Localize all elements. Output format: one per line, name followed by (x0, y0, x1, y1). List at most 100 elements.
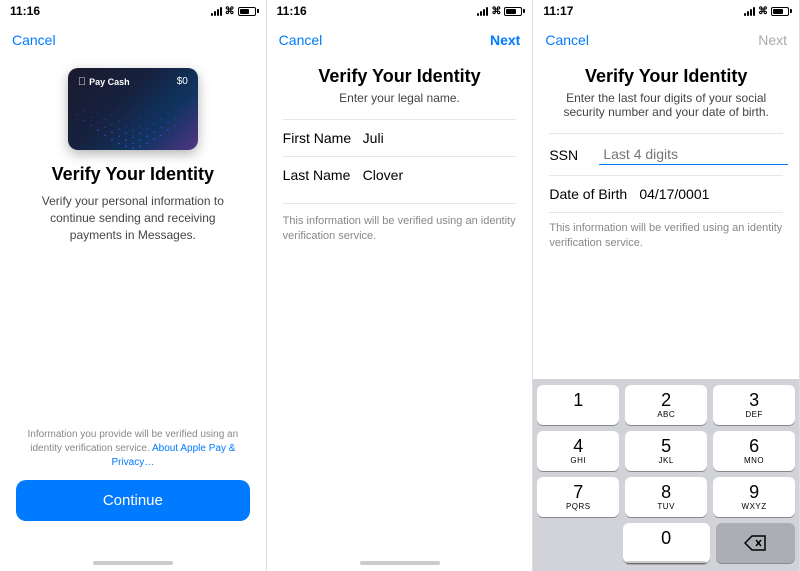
card-dots-svg (68, 90, 198, 150)
key-9[interactable]: 9 WXYZ (713, 477, 795, 517)
key-empty (537, 523, 616, 563)
dob-label: Date of Birth (549, 186, 639, 202)
key-3-number: 3 (749, 391, 759, 409)
key-0-letters (665, 548, 668, 557)
battery-icon-2 (504, 7, 522, 16)
key-8[interactable]: 8 TUV (625, 477, 707, 517)
key-1-letters (577, 410, 580, 419)
key-3-letters: DEF (745, 410, 763, 419)
wifi-icon-2: ⌘ (491, 6, 501, 17)
panel2-subtitle: Enter your legal name. (283, 91, 517, 105)
keypad-row-1: 1 2 ABC 3 DEF (537, 385, 795, 425)
nav-bar-2: Cancel Next (267, 22, 533, 58)
home-indicator-2 (360, 561, 440, 565)
wifi-icon-1: ⌘ (225, 6, 235, 17)
key-5[interactable]: 5 JKL (625, 431, 707, 471)
panel1-title: Verify Your Identity (52, 164, 214, 185)
status-icons-1: ⌘ (211, 6, 256, 17)
time-2: 11:16 (277, 4, 307, 18)
panel2-title: Verify Your Identity (283, 66, 517, 87)
panel3-content: Verify Your Identity Enter the last four… (533, 58, 799, 379)
signal-icon-3 (744, 6, 755, 16)
panel1-footer-text: Information you provide will be verified… (16, 428, 250, 470)
next-button-2[interactable]: Next (490, 32, 520, 48)
key-7[interactable]: 7 PQRS (537, 477, 619, 517)
status-bar-1: 11:16 ⌘ (0, 0, 266, 22)
key-7-letters: PQRS (566, 502, 591, 511)
apple-icon:  (78, 76, 86, 88)
key-2[interactable]: 2 ABC (625, 385, 707, 425)
dob-value: 04/17/0001 (639, 186, 709, 202)
home-indicator-3 (626, 561, 706, 565)
key-0-number: 0 (661, 529, 671, 547)
panel1-subtitle: Verify your personal information to cont… (16, 193, 250, 243)
status-icons-3: ⌘ (744, 6, 789, 17)
key-5-letters: JKL (659, 456, 674, 465)
key-6-number: 6 (749, 437, 759, 455)
key-2-number: 2 (661, 391, 671, 409)
continue-button[interactable]: Continue (16, 480, 250, 521)
key-6-letters: MNO (744, 456, 764, 465)
key-8-number: 8 (661, 483, 671, 501)
key-1-number: 1 (573, 391, 583, 409)
time-1: 11:16 (10, 4, 40, 18)
signal-icon-2 (477, 6, 488, 16)
key-0[interactable]: 0 (623, 523, 710, 563)
ssn-label: SSN (549, 147, 599, 163)
key-2-letters: ABC (657, 410, 675, 419)
panel1-footer: Information you provide will be verified… (0, 428, 266, 521)
pay-cash-card:  Pay Cash $0 (68, 68, 198, 150)
signal-icon-1 (211, 6, 222, 16)
panel3-note: This information will be verified using … (549, 212, 783, 252)
status-icons-2: ⌘ (477, 6, 522, 17)
nav-bar-1: Cancel (0, 22, 266, 58)
key-9-letters: WXYZ (742, 502, 767, 511)
last-name-label: Last Name (283, 167, 363, 183)
card-logo:  Pay Cash (78, 76, 130, 88)
panel3-subtitle: Enter the last four digits of your socia… (549, 91, 783, 119)
ssn-row: SSN (549, 133, 783, 175)
panel-1: 11:16 ⌘ Cancel  Pay Cash $0 (0, 0, 267, 571)
dob-row: Date of Birth 04/17/0001 (549, 175, 783, 212)
status-bar-3: 11:17 ⌘ (533, 0, 799, 22)
key-9-number: 9 (749, 483, 759, 501)
key-1[interactable]: 1 (537, 385, 619, 425)
key-5-number: 5 (661, 437, 671, 455)
battery-icon-3 (771, 7, 789, 16)
cancel-button-3[interactable]: Cancel (545, 32, 589, 48)
battery-icon-1 (238, 7, 256, 16)
home-indicator-1 (93, 561, 173, 565)
keypad-row-3: 7 PQRS 8 TUV 9 WXYZ (537, 477, 795, 517)
key-7-number: 7 (573, 483, 583, 501)
ssn-input[interactable] (599, 144, 788, 165)
card-logo-text: Pay Cash (89, 77, 130, 87)
key-4-number: 4 (573, 437, 583, 455)
first-name-label: First Name (283, 130, 363, 146)
panel-2: 11:16 ⌘ Cancel Next Verify Your Identity… (267, 0, 534, 571)
wifi-icon-3: ⌘ (758, 6, 768, 17)
key-8-letters: TUV (657, 502, 675, 511)
card-balance: $0 (177, 76, 188, 87)
numeric-keypad: 1 2 ABC 3 DEF 4 GHI 5 JKL 6 MN (533, 379, 799, 571)
next-button-3: Next (758, 32, 787, 48)
cancel-button-2[interactable]: Cancel (279, 32, 323, 48)
time-3: 11:17 (543, 4, 573, 18)
delete-icon (744, 535, 766, 551)
keypad-row-2: 4 GHI 5 JKL 6 MNO (537, 431, 795, 471)
first-name-row: First Name Juli (283, 119, 517, 156)
first-name-value: Juli (363, 130, 384, 146)
panel2-content: Verify Your Identity Enter your legal na… (267, 58, 533, 571)
nav-bar-3: Cancel Next (533, 22, 799, 58)
panel-3: 11:17 ⌘ Cancel Next Verify Your Identity… (533, 0, 800, 571)
panel2-note: This information will be verified using … (283, 203, 517, 245)
keypad-row-4: 0 (537, 523, 795, 563)
last-name-row: Last Name Clover (283, 156, 517, 193)
key-3[interactable]: 3 DEF (713, 385, 795, 425)
status-bar-2: 11:16 ⌘ (267, 0, 533, 22)
delete-key[interactable] (716, 523, 795, 563)
panel3-title: Verify Your Identity (549, 66, 783, 87)
cancel-button-1[interactable]: Cancel (12, 32, 56, 48)
key-6[interactable]: 6 MNO (713, 431, 795, 471)
last-name-value: Clover (363, 167, 403, 183)
key-4[interactable]: 4 GHI (537, 431, 619, 471)
